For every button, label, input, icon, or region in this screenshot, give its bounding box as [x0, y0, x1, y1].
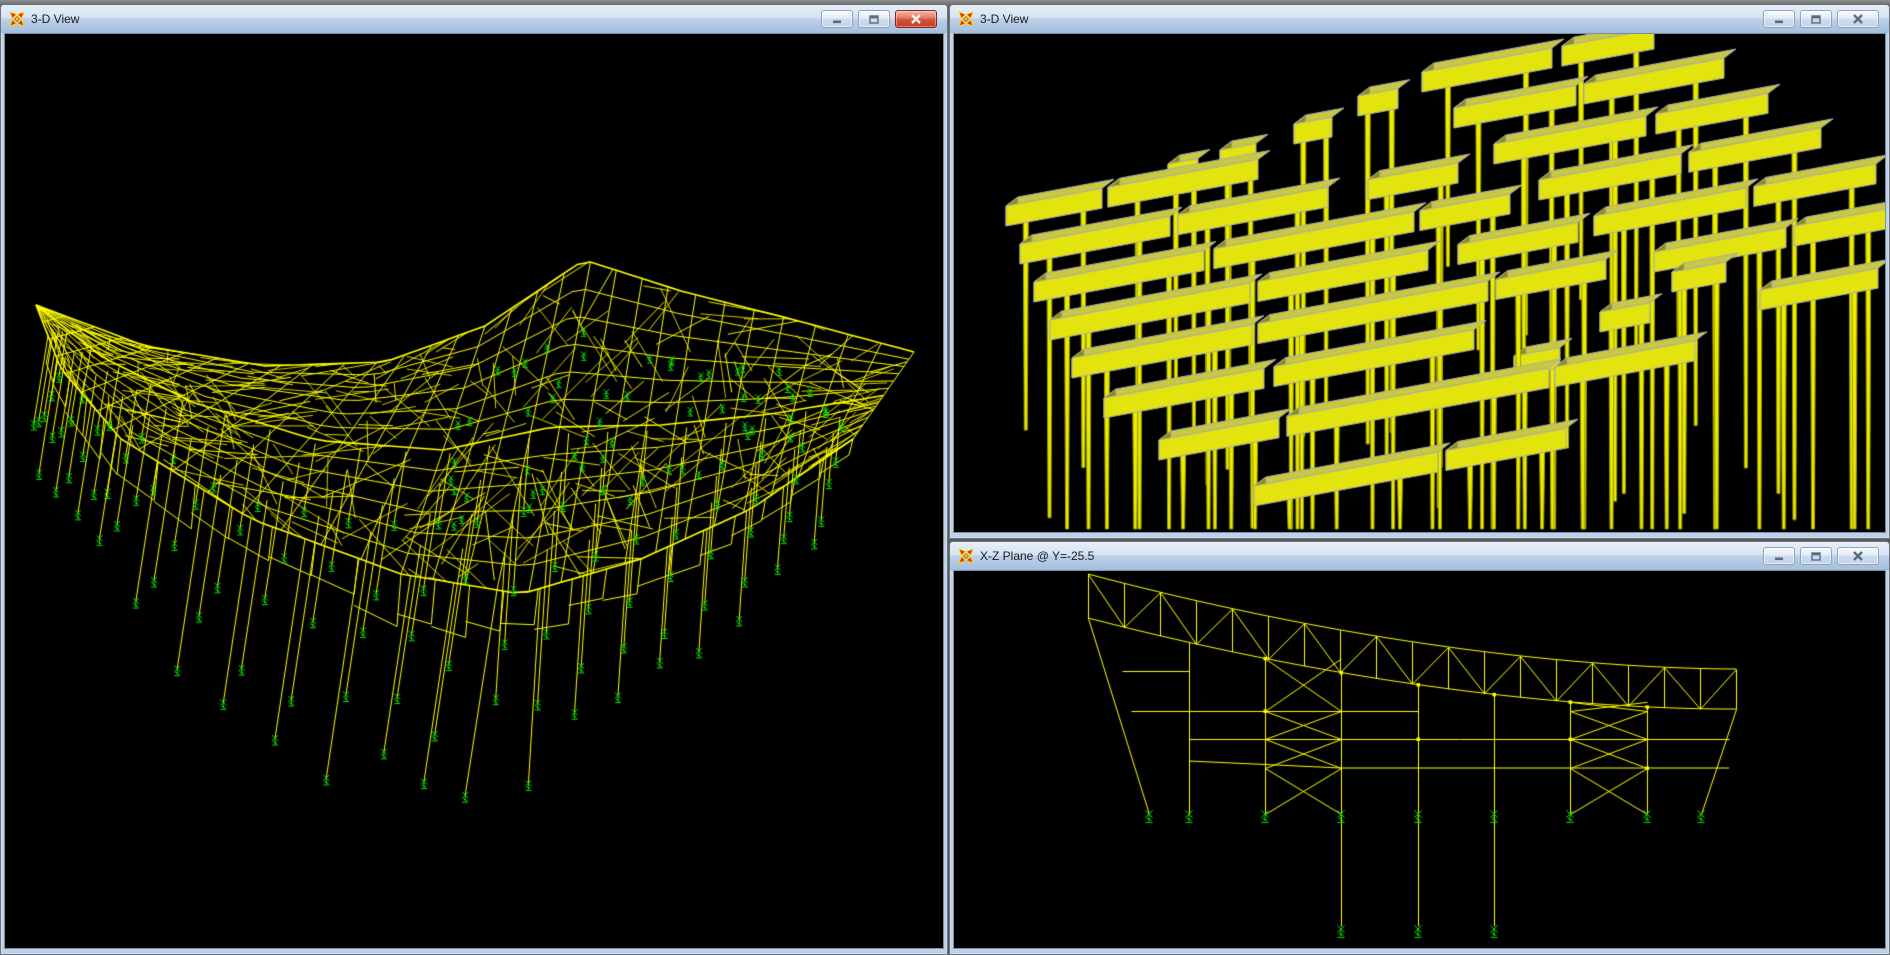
sap2000-model-icon	[958, 548, 974, 564]
close-button[interactable]	[1837, 547, 1879, 565]
restore-button[interactable]	[1800, 10, 1832, 28]
minimize-button[interactable]	[1763, 547, 1795, 565]
window-title: 3-D View	[31, 12, 821, 26]
window-title: X-Z Plane @ Y=-25.5	[980, 549, 1763, 563]
window-3d-view-extruded: 3-D View	[949, 4, 1890, 539]
restore-button[interactable]	[858, 10, 890, 28]
titlebar[interactable]: 3-D View	[1, 5, 947, 33]
viewport-frame	[953, 570, 1886, 949]
minimize-button[interactable]	[1763, 10, 1795, 28]
viewport-frame	[953, 33, 1886, 533]
minimize-button[interactable]	[821, 10, 853, 28]
sap2000-model-icon	[958, 11, 974, 27]
viewport-xz-elevation[interactable]	[954, 571, 1885, 948]
close-button[interactable]	[1837, 10, 1879, 28]
viewport-3d-wireframe-model[interactable]	[5, 34, 943, 947]
titlebar[interactable]: X-Z Plane @ Y=-25.5	[950, 542, 1889, 570]
window-title: 3-D View	[980, 12, 1763, 26]
window-xz-plane: X-Z Plane @ Y=-25.5	[949, 541, 1890, 955]
viewport-frame	[4, 33, 944, 949]
sap2000-model-icon	[9, 11, 25, 27]
close-button[interactable]	[895, 10, 937, 28]
restore-button[interactable]	[1800, 547, 1832, 565]
window-3d-view-left: 3-D View	[0, 4, 948, 955]
viewport-3d-extruded-model[interactable]	[954, 34, 1885, 532]
titlebar[interactable]: 3-D View	[950, 5, 1889, 33]
